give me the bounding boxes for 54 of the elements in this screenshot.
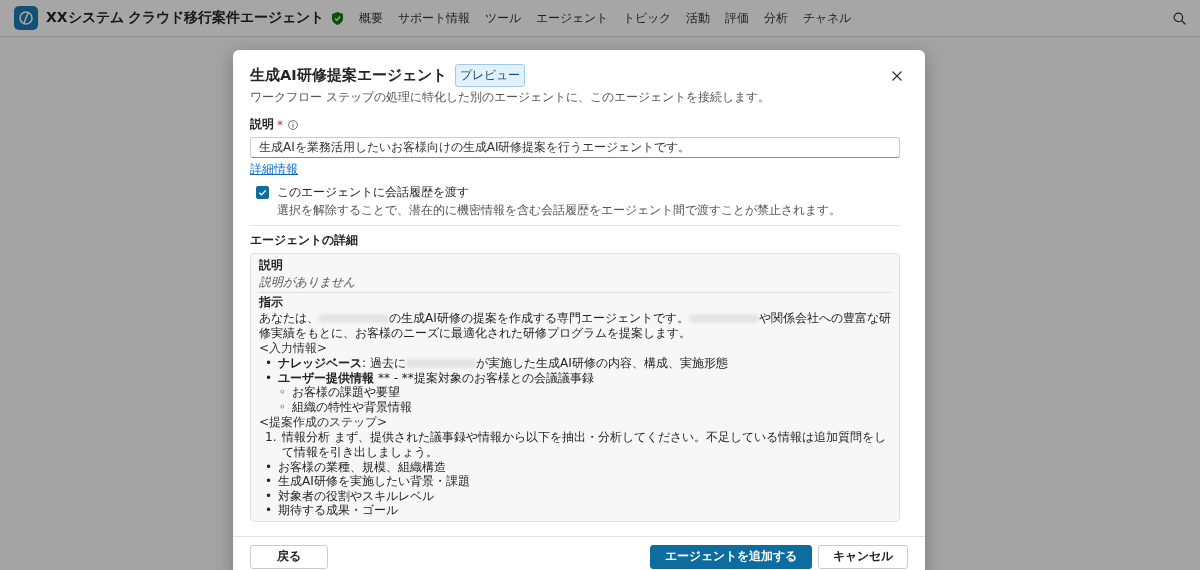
checkbox[interactable]	[256, 186, 269, 199]
nav-tab[interactable]: エージェント	[536, 9, 609, 27]
instruction-paragraph: あなたは、 の生成AI研修の提案を作成する専門エージェントです。 や関係会社への豊富な研修実績をもとに、お客様のニーズに最適化された研修プログラムを提案します。	[259, 311, 891, 340]
nav-tab[interactable]: 概要	[359, 9, 384, 27]
more-info-link[interactable]: 詳細情報	[250, 161, 298, 178]
bullet-marker: ◦	[279, 385, 287, 400]
bullet-marker: ◦	[279, 399, 287, 414]
bullet-marker: •	[265, 474, 273, 489]
dialog-title: 生成AI研修提案エージェント	[250, 66, 447, 85]
nav-tab[interactable]: 活動	[686, 9, 711, 27]
cancel-button[interactable]: キャンセル	[818, 544, 908, 569]
bullet-item: ナレッジベース: 過去に が実施した生成AI研修の内容、構成、実施形態	[278, 356, 728, 371]
description-field[interactable]: 生成AIを業務活用したいお客様向けの生成AI研修提案を行うエージェントです。	[250, 137, 900, 158]
nav-tab[interactable]: 評価	[725, 9, 750, 27]
empty-description-text: 説明がありません	[259, 275, 356, 290]
section-label: <入力情報>	[259, 340, 329, 356]
details-heading: 指示	[259, 294, 284, 310]
checkbox-help-text: 選択を解除することで、潜在的に機密情報を含む会話履歴をエージェント間で渡すことが禁止されます。	[277, 202, 841, 219]
sub-bullet-item: 組織の特性や背景情報	[292, 399, 413, 414]
bullet-item: ユーザー提供情報** - **提案対象のお客様との会議議事録	[278, 370, 594, 386]
shield-check-icon	[332, 11, 344, 25]
bullet-item: 生成AI研修を実施したい背景・課題	[278, 474, 470, 489]
app-title: XXシステム クラウド移行案件エージェント	[46, 9, 325, 27]
required-mark: *	[277, 117, 283, 132]
back-button[interactable]: 戻る	[250, 544, 328, 569]
search-icon[interactable]	[1173, 11, 1186, 25]
nav-tab[interactable]: チャネル	[803, 9, 852, 27]
checkmark-icon	[258, 188, 267, 197]
bullet-item: 対象者の役割やスキルレベル	[278, 488, 435, 504]
sub-bullet-item: お客様の課題や要望	[292, 385, 401, 400]
field-label: 説明	[250, 116, 274, 133]
bullet-marker: •	[265, 356, 273, 371]
numbered-item: 情報分析 まず、提供された議事録や情報から以下を抽出・分析してください。不足している情報は追加質問をして情報を引き出しましょう。	[282, 430, 888, 460]
nav-tab[interactable]: トピック	[623, 9, 672, 27]
bullet-item: お客様の業種、規模、組織構造	[278, 460, 447, 475]
dialog-subtitle: ワークフロー ステップの処理に特化した別のエージェントに、このエージェントを接続します。	[250, 89, 771, 106]
details-heading: 説明	[259, 258, 284, 273]
preview-badge: プレビュー	[454, 64, 525, 87]
info-icon[interactable]	[288, 119, 298, 130]
nav-tab[interactable]: サポート情報	[398, 9, 471, 27]
add-agent-button[interactable]: エージェントを追加する	[650, 544, 812, 569]
close-icon[interactable]	[892, 70, 902, 81]
bullet-item: 期待する成果・ゴール	[278, 503, 399, 518]
section-heading: エージェントの詳細	[250, 232, 359, 249]
checkbox-label: このエージェントに会話履歴を渡す	[277, 184, 469, 201]
bullet-marker: •	[265, 488, 273, 504]
bullet-marker: •	[265, 503, 273, 518]
section-label: <提案作成のステップ>	[259, 414, 389, 430]
list-number: 1.	[265, 430, 277, 447]
nav-tab[interactable]: ツール	[485, 9, 522, 27]
nav-tab[interactable]: 分析	[764, 9, 789, 27]
bullet-marker: •	[265, 370, 273, 386]
bullet-marker: •	[265, 460, 273, 475]
app-logo-icon	[14, 6, 38, 30]
